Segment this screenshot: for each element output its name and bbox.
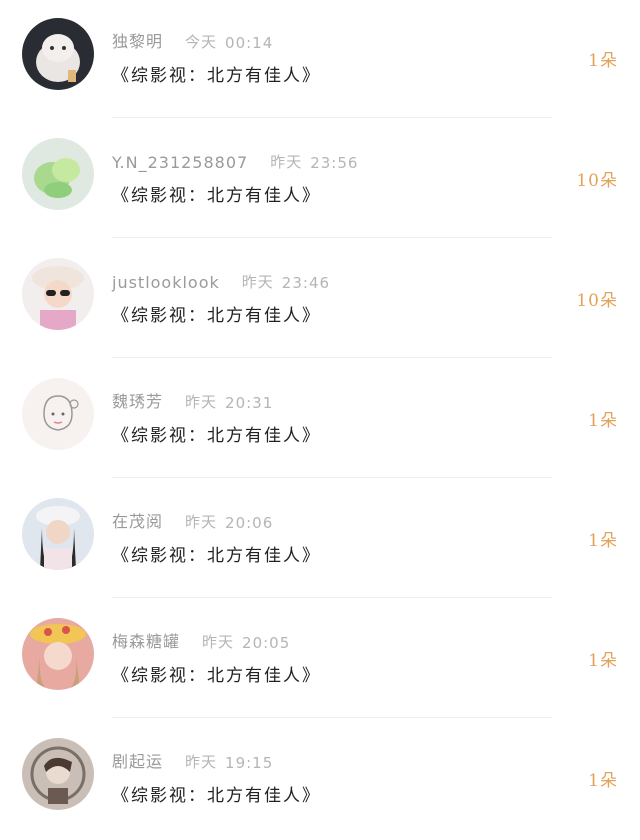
divider	[112, 117, 552, 118]
day-label: 昨天	[241, 273, 274, 291]
user-name[interactable]: 剧起运	[112, 748, 163, 772]
book-title[interactable]: 《综影视：北方有佳人》	[112, 421, 321, 446]
list-item[interactable]: Y.N_231258807 昨天 23:56 《综影视：北方有佳人》 10朵	[0, 120, 640, 240]
girl-flower-hat-avatar[interactable]	[22, 618, 94, 690]
flower-count: 1朵	[588, 531, 618, 551]
user-name[interactable]: 梅森糖罐	[112, 628, 180, 652]
list-item[interactable]: 梅森糖罐 昨天 20:05 《综影视：北方有佳人》 1朵	[0, 600, 640, 720]
flower-count: 10朵	[576, 291, 618, 311]
divider	[112, 477, 552, 478]
day-label: 昨天	[185, 513, 218, 531]
user-name[interactable]: 在茂阅	[112, 508, 163, 532]
day-label: 今天	[185, 33, 218, 51]
divider	[112, 717, 552, 718]
user-name[interactable]: Y.N_231258807	[112, 153, 248, 172]
book-title[interactable]: 《综影视：北方有佳人》	[112, 541, 321, 566]
user-name[interactable]: justlooklook	[112, 273, 220, 292]
day-label: 昨天	[270, 153, 303, 171]
flower-count: 1朵	[588, 411, 618, 431]
book-title[interactable]: 《综影视：北方有佳人》	[112, 661, 321, 686]
flower-count: 1朵	[588, 51, 618, 71]
list-item[interactable]: 独黎明 今天 00:14 《综影视：北方有佳人》 1朵	[0, 0, 640, 120]
time-text: 23:56	[310, 154, 359, 172]
list-item[interactable]: justlooklook 昨天 23:46 《综影视：北方有佳人》 10朵	[0, 240, 640, 360]
persian-cat-avatar[interactable]	[22, 18, 94, 90]
divider	[112, 357, 552, 358]
gift-record-list: 独黎明 今天 00:14 《综影视：北方有佳人》 1朵 Y.N_23125880…	[0, 0, 640, 827]
time-text: 00:14	[225, 34, 274, 52]
flower-count: 10朵	[576, 171, 618, 191]
time-text: 23:46	[281, 274, 331, 292]
flower-count: 1朵	[588, 771, 618, 791]
time-text: 20:05	[242, 634, 291, 652]
time-text: 20:06	[225, 514, 274, 532]
list-item[interactable]: 在茂阅 昨天 20:06 《综影视：北方有佳人》 1朵	[0, 480, 640, 600]
divider	[112, 597, 552, 598]
divider	[112, 237, 552, 238]
girl-hat-sunglasses-avatar[interactable]	[22, 258, 94, 330]
time-text: 19:15	[225, 754, 274, 772]
book-title[interactable]: 《综影视：北方有佳人》	[112, 781, 321, 806]
flower-count: 1朵	[588, 651, 618, 671]
day-label: 昨天	[185, 393, 218, 411]
book-title[interactable]: 《综影视：北方有佳人》	[112, 301, 321, 326]
anime-character-avatar[interactable]	[22, 738, 94, 810]
day-label: 昨天	[202, 633, 235, 651]
user-name[interactable]: 独黎明	[112, 28, 163, 52]
user-name[interactable]: 魏琇芳	[112, 388, 163, 412]
day-label: 昨天	[185, 753, 218, 771]
time-text: 20:31	[225, 394, 274, 412]
list-item[interactable]: 魏琇芳 昨天 20:31 《综影视：北方有佳人》 1朵	[0, 360, 640, 480]
woman-white-cap-avatar[interactable]	[22, 498, 94, 570]
book-title[interactable]: 《综影视：北方有佳人》	[112, 61, 321, 86]
list-item[interactable]: 剧起运 昨天 19:15 《综影视：北方有佳人》 1朵	[0, 720, 640, 840]
sketch-girl-avatar[interactable]	[22, 378, 94, 450]
book-title[interactable]: 《综影视：北方有佳人》	[112, 181, 321, 206]
green-plant-avatar[interactable]	[22, 138, 94, 210]
